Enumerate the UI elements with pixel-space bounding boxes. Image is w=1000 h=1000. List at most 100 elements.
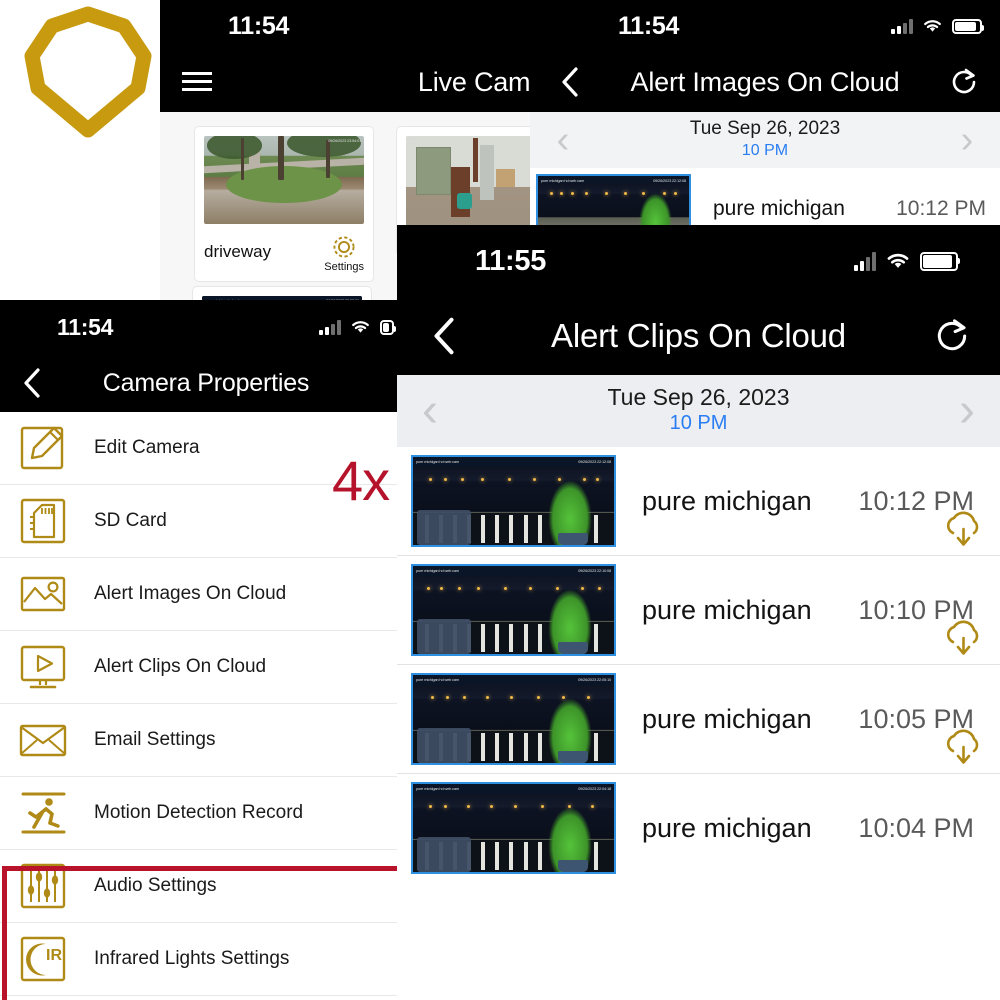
camera-card-driveway[interactable]: 09/26/2023 23:54:01 driveway Settings (194, 126, 374, 282)
wifi-icon (924, 20, 941, 32)
monitor-play-icon (18, 641, 80, 693)
cellular-signal-icon (854, 251, 876, 271)
back-button[interactable] (560, 52, 580, 112)
alert-clips-on-cloud-screen: 11:55 Alert Clips On Cloud ‹ Tue Sep 26,… (397, 225, 1000, 1000)
status-indicators (319, 319, 396, 335)
sidebar-item-label: Audio Settings (94, 875, 217, 896)
sliders-icon (18, 860, 80, 912)
clip-camera-name: pure michigan (642, 812, 812, 843)
camera-properties-screen: 11:54 Camera Properties Edit Camera SD C… (0, 300, 412, 1000)
overlay-label: pure michigan hd web cam (416, 568, 460, 573)
hamburger-menu-icon[interactable] (182, 52, 212, 112)
sidebar-item-infrared-lights-settings[interactable]: IR Infrared Lights Settings (0, 923, 412, 996)
sidebar-item-label: Alert Images On Cloud (94, 583, 287, 604)
battery-icon (920, 251, 960, 271)
refresh-button[interactable] (934, 297, 970, 375)
alert-time: 10:12 PM (896, 197, 986, 220)
alert-images-on-cloud-screen: 11:54 Alert Images On Cloud ‹ Tue Sep 26… (530, 0, 1000, 232)
overlay-timestamp: 09/26/2023 22:04:18 (578, 786, 611, 791)
overlay-label: pure michigan hd web cam (416, 786, 460, 791)
status-bar: 11:54 (530, 0, 1000, 52)
next-date-button[interactable]: › (944, 387, 990, 435)
status-indicators (891, 18, 984, 34)
list-item[interactable]: pure michigan hd web cam 09/26/2023 22:0… (397, 774, 1000, 882)
camera-settings-button[interactable]: Settings (324, 232, 364, 273)
shield-pin-logo (24, 6, 152, 138)
list-item[interactable]: pure michigan hd web cam 09/26/2023 22:1… (397, 447, 1000, 556)
refresh-button[interactable] (950, 52, 978, 112)
overlay-label: garage (409, 138, 421, 143)
clip-thumbnail[interactable]: pure michigan hd web cam 09/26/2023 22:1… (411, 455, 616, 547)
hour-text: 10 PM (741, 141, 789, 159)
status-indicators (854, 251, 960, 271)
cloud-download-icon[interactable] (940, 509, 986, 549)
envelope-icon (18, 714, 80, 766)
sidebar-item-label: Infrared Lights Settings (94, 948, 290, 969)
screenshot-canvas: 11:54 Live Cameras 09/26/2023 23:54:01 d… (0, 0, 1000, 1000)
list-item[interactable]: pure michigan hd web cam 09/26/2023 22:1… (530, 168, 1000, 232)
back-button[interactable] (22, 354, 42, 412)
date-navigator: ‹ Tue Sep 26, 2023 10 PM › (397, 375, 1000, 447)
cellular-signal-icon (891, 18, 913, 34)
overlay-label: pure michigan hd web cam (416, 677, 460, 682)
clip-thumbnail[interactable]: pure michigan hd web cam 09/26/2023 22:0… (411, 673, 616, 765)
nav-bar: Camera Properties (0, 354, 412, 412)
status-time: 11:55 (475, 244, 547, 277)
overlay-label: pure michigan hd web cam (416, 459, 460, 464)
edit-pencil-icon (18, 422, 80, 474)
overlay-label: pure michigan hd web cam (541, 178, 585, 183)
next-date-button[interactable]: › (944, 121, 990, 159)
date-navigator: ‹ Tue Sep 26, 2023 10 PM › (530, 112, 1000, 168)
status-bar: 11:54 (0, 300, 412, 354)
status-time: 11:54 (228, 11, 290, 40)
date-display: Tue Sep 26, 2023 10 PM (453, 383, 944, 437)
date-display: Tue Sep 26, 2023 10 PM (586, 118, 944, 161)
alert-clip-list: pure michigan hd web cam 09/26/2023 22:1… (397, 447, 1000, 882)
sidebar-item-label: SD Card (94, 510, 167, 531)
wifi-icon (352, 321, 369, 333)
sidebar-item-audio-settings[interactable]: Audio Settings (0, 850, 412, 923)
date-text: Tue Sep 26, 2023 (607, 383, 790, 410)
chevron-left-icon (562, 67, 578, 97)
overlay-timestamp: 09/26/2023 22:05:10 (578, 677, 611, 682)
cloud-download-icon[interactable] (940, 727, 986, 767)
alert-camera-name: pure michigan (713, 197, 845, 220)
camera-name: driveway (204, 242, 272, 261)
clip-time: 10:04 PM (858, 812, 974, 843)
overlay-timestamp: 09/26/2023 22:10:08 (578, 568, 611, 573)
sidebar-item-label: Motion Detection Record (94, 802, 304, 823)
list-item[interactable]: pure michigan hd web cam 09/26/2023 22:1… (397, 556, 1000, 665)
clip-camera-name: pure michigan (642, 703, 812, 734)
sidebar-item-label: Edit Camera (94, 437, 200, 458)
status-bar: 11:55 (397, 225, 1000, 297)
sidebar-item-alert-images-on-cloud[interactable]: Alert Images On Cloud (0, 558, 412, 631)
clip-thumbnail[interactable]: pure michigan hd web cam 09/26/2023 22:1… (411, 564, 616, 656)
status-time: 11:54 (57, 313, 114, 340)
chevron-left-icon (24, 368, 40, 398)
nav-bar: Alert Images On Cloud (530, 52, 1000, 112)
clip-camera-name: pure michigan (642, 485, 812, 516)
overlay-timestamp: 09/26/2023 22:12:08 (578, 459, 611, 464)
prev-date-button[interactable]: ‹ (540, 121, 586, 159)
clip-camera-name: pure michigan (642, 594, 812, 625)
sidebar-item-alert-clips-on-cloud[interactable]: Alert Clips On Cloud (0, 631, 412, 704)
page-title: Alert Images On Cloud (630, 66, 900, 97)
sd-card-icon (18, 495, 80, 547)
hour-text: 10 PM (669, 412, 728, 435)
sidebar-item-motion-detection-record[interactable]: Motion Detection Record (0, 777, 412, 850)
cloud-download-icon[interactable] (940, 618, 986, 658)
chevron-left-icon (434, 317, 454, 355)
clip-thumbnail[interactable]: pure michigan hd web cam 09/26/2023 22:0… (411, 782, 616, 874)
prev-date-button[interactable]: ‹ (407, 387, 453, 435)
refresh-icon (937, 319, 967, 351)
wifi-icon (887, 253, 909, 268)
sidebar-item-label: Alert Clips On Cloud (94, 656, 267, 677)
list-item[interactable]: pure michigan hd web cam 09/26/2023 22:0… (397, 665, 1000, 774)
camera-thumbnail[interactable]: 09/26/2023 23:54:01 (204, 136, 364, 224)
overlay-timestamp: 09/26/2023 23:54:01 (328, 138, 361, 143)
alert-thumbnail[interactable]: pure michigan hd web cam 09/26/2023 22:1… (536, 174, 691, 232)
sidebar-item-email-settings[interactable]: Email Settings (0, 704, 412, 777)
brand-logo (18, 4, 158, 139)
nav-bar: Alert Clips On Cloud (397, 297, 1000, 375)
back-button[interactable] (431, 297, 457, 375)
